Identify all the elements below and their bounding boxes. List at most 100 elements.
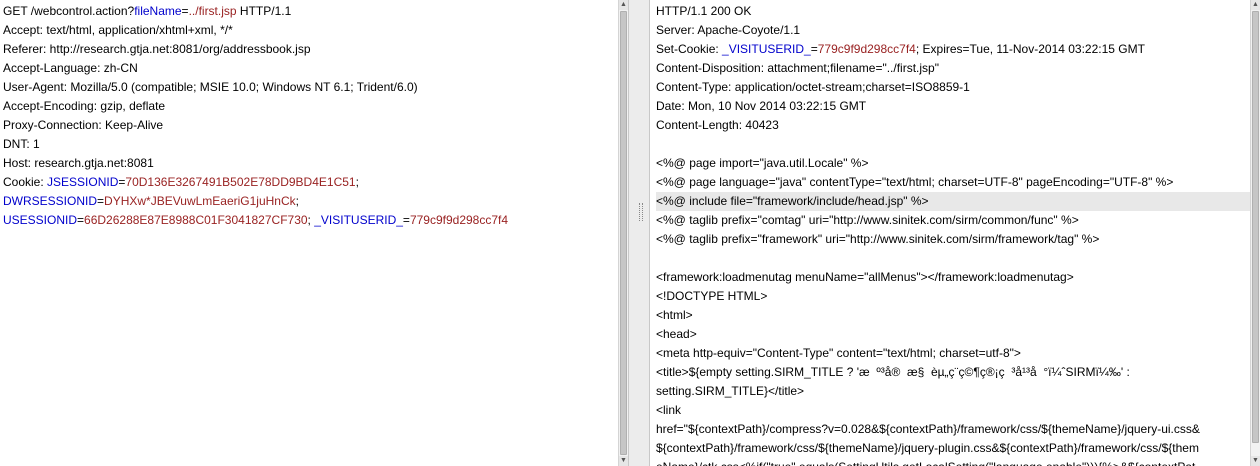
plain-text: Host: research.gtja.net:8081 — [3, 156, 154, 170]
response-line: Content-Type: application/octet-stream;c… — [656, 78, 1256, 97]
plain-text: eName}/ctk.css<%if("true".equals(Setting… — [656, 460, 1195, 466]
plain-text: = — [181, 4, 189, 18]
request-pane[interactable]: GET /webcontrol.action?fileName=../first… — [0, 0, 618, 466]
scroll-up-arrow-icon[interactable]: ▲ — [619, 0, 628, 10]
request-line: Referer: http://research.gtja.net:8081/o… — [3, 40, 614, 59]
request-line: GET /webcontrol.action?fileName=../first… — [3, 2, 614, 21]
plain-text: <link — [656, 403, 682, 417]
plain-text: Date: Mon, 10 Nov 2014 03:22:15 GMT — [656, 99, 867, 113]
response-line: eName}/ctk.css<%if("true".equals(Setting… — [656, 458, 1256, 466]
plain-text: GET /webcontrol.action? — [3, 4, 135, 18]
response-line: <%@ taglib prefix="framework" uri="http:… — [656, 230, 1256, 249]
response-line: <meta http-equiv="Content-Type" content=… — [656, 344, 1256, 363]
param-name: _VISITUSERID_ — [722, 42, 811, 56]
request-scrollbar[interactable]: ▲ ▼ — [618, 0, 628, 466]
plain-text: ; — [355, 175, 359, 189]
request-line: User-Agent: Mozilla/5.0 (compatible; MSI… — [3, 78, 614, 97]
scroll-up-arrow-icon[interactable]: ▲ — [1251, 0, 1260, 10]
request-line: DWRSESSIONID=DYHXw*JBEVuwLmEaeriG1juHnCk… — [3, 192, 614, 211]
plain-text: Proxy-Connection: Keep-Alive — [3, 118, 164, 132]
request-scroll-thumb[interactable] — [620, 11, 627, 455]
plain-text: Accept-Language: zh-CN — [3, 61, 138, 75]
response-line: HTTP/1.1 200 OK — [656, 2, 1256, 21]
response-line: setting.SIRM_TITLE}</title> — [656, 382, 1256, 401]
param-name: DWRSESSIONID — [3, 194, 98, 208]
plain-text: <meta http-equiv="Content-Type" content=… — [656, 346, 1021, 360]
plain-text: <%@ include file="framework/include/head… — [656, 194, 929, 208]
plain-text: ; Expires=Tue, 11-Nov-2014 03:22:15 GMT — [915, 42, 1145, 56]
plain-text: = — [77, 213, 85, 227]
response-scroll-thumb[interactable] — [1252, 11, 1259, 443]
request-line: Accept-Encoding: gzip, deflate — [3, 97, 614, 116]
plain-text: Cookie: — [3, 175, 48, 189]
response-line: ${contextPath}/framework/css/${themeName… — [656, 439, 1256, 458]
plain-text: DNT: 1 — [3, 137, 40, 151]
plain-text: ; — [295, 194, 299, 208]
plain-text: Set-Cookie: — [656, 42, 723, 56]
response-line: <html> — [656, 306, 1256, 325]
response-line: <%@ page import="java.util.Locale" %> — [656, 154, 1256, 173]
response-text[interactable]: HTTP/1.1 200 OK Server: Apache-Coyote/1.1… — [656, 2, 1256, 466]
plain-text: Content-Type: application/octet-stream;c… — [656, 80, 970, 94]
plain-text: href="${contextPath}/compress?v=0.028&${… — [656, 422, 1200, 436]
response-line — [656, 135, 1256, 154]
plain-text: = — [402, 213, 410, 227]
response-line: href="${contextPath}/compress?v=0.028&${… — [656, 420, 1256, 439]
plain-text: = — [97, 194, 105, 208]
plain-text: Server: Apache-Coyote/1.1 — [656, 23, 801, 37]
request-line: USESSIONID=66D26288E87E8988C01F3041827CF… — [3, 211, 614, 230]
plain-text: Accept: text/html, application/xhtml+xml… — [3, 23, 233, 37]
plain-text: <%@ page language="java" contentType="te… — [656, 175, 1174, 189]
response-scrollbar[interactable]: ▲ ▼ — [1250, 0, 1260, 466]
response-line: <title>${empty setting.SIRM_TITLE ? 'æ º… — [656, 363, 1256, 382]
response-line: <!DOCTYPE HTML> — [656, 287, 1256, 306]
param-name: USESSIONID — [3, 213, 78, 227]
param-name: JSESSIONID — [47, 175, 119, 189]
plain-text: Content-Length: 40423 — [656, 118, 779, 132]
plain-text: <%@ taglib prefix="framework" uri="http:… — [656, 232, 1100, 246]
param-value: 66D26288E87E8988C01F3041827CF730 — [84, 213, 308, 227]
plain-text: <%@ taglib prefix="comtag" uri="http://w… — [656, 213, 1079, 227]
plain-text: <title>${empty setting.SIRM_TITLE ? 'æ º… — [656, 365, 1130, 379]
plain-text: HTTP/1.1 — [236, 4, 292, 18]
request-line: DNT: 1 — [3, 135, 614, 154]
response-line: <%@ page language="java" contentType="te… — [656, 173, 1256, 192]
request-line: Proxy-Connection: Keep-Alive — [3, 116, 614, 135]
plain-text: setting.SIRM_TITLE}</title> — [656, 384, 805, 398]
plain-text: <framework:loadmenutag menuName="allMenu… — [656, 270, 1074, 284]
response-line: <link — [656, 401, 1256, 420]
scroll-down-arrow-icon[interactable]: ▼ — [619, 456, 628, 466]
param-value: 779c9f9d298cc7f4 — [817, 42, 916, 56]
response-line: Content-Length: 40423 — [656, 116, 1256, 135]
response-line: <%@ taglib prefix="comtag" uri="http://w… — [656, 211, 1256, 230]
request-text[interactable]: GET /webcontrol.action?fileName=../first… — [3, 2, 614, 230]
param-name: fileName — [134, 4, 182, 18]
param-value: ../first.jsp — [188, 4, 237, 18]
plain-text: <head> — [656, 327, 697, 341]
plain-text: ${contextPath}/framework/css/${themeName… — [656, 441, 1199, 455]
response-line — [656, 249, 1256, 268]
response-line: Content-Disposition: attachment;filename… — [656, 59, 1256, 78]
plain-text: <!DOCTYPE HTML> — [656, 289, 768, 303]
plain-text: <html> — [656, 308, 693, 322]
request-line: Cookie: JSESSIONID=70D136E3267491B502E78… — [3, 173, 614, 192]
scroll-down-arrow-icon[interactable]: ▼ — [1251, 456, 1260, 466]
response-line: <%@ include file="framework/include/head… — [656, 192, 1256, 211]
plain-text: Content-Disposition: attachment;filename… — [656, 61, 939, 75]
pane-splitter[interactable] — [628, 0, 650, 466]
response-line: Set-Cookie: _VISITUSERID_=779c9f9d298cc7… — [656, 40, 1256, 59]
response-line: Server: Apache-Coyote/1.1 — [656, 21, 1256, 40]
response-pane[interactable]: HTTP/1.1 200 OK Server: Apache-Coyote/1.1… — [650, 0, 1260, 466]
plain-text: Accept-Encoding: gzip, deflate — [3, 99, 166, 113]
param-name: _VISITUSERID_ — [314, 213, 403, 227]
plain-text: Referer: http://research.gtja.net:8081/o… — [3, 42, 311, 56]
response-line: Date: Mon, 10 Nov 2014 03:22:15 GMT — [656, 97, 1256, 116]
grip-icon[interactable] — [639, 203, 643, 221]
plain-text: <%@ page import="java.util.Locale" %> — [656, 156, 869, 170]
response-line: <framework:loadmenutag menuName="allMenu… — [656, 268, 1256, 287]
request-line: Accept-Language: zh-CN — [3, 59, 614, 78]
plain-text: = — [810, 42, 818, 56]
request-line: Accept: text/html, application/xhtml+xml… — [3, 21, 614, 40]
param-value: 779c9f9d298cc7f4 — [409, 213, 509, 227]
request-line: Host: research.gtja.net:8081 — [3, 154, 614, 173]
